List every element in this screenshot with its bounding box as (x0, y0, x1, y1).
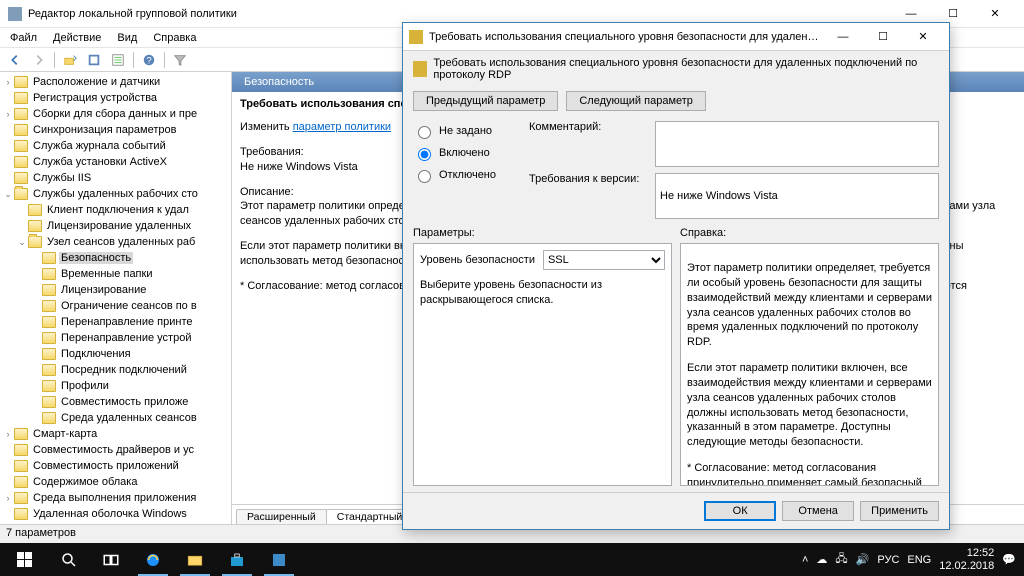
tree-item[interactable]: Удаленная оболочка Windows (2, 506, 231, 522)
tray-onedrive-icon[interactable]: ☁ (816, 553, 827, 566)
menu-help[interactable]: Справка (147, 30, 202, 46)
taskbar-store[interactable] (216, 543, 258, 576)
security-level-select[interactable]: SSL (543, 250, 665, 270)
up-button[interactable] (59, 50, 81, 70)
tree-item[interactable]: Содержимое облака (2, 474, 231, 490)
tree-item[interactable]: ›Среда выполнения приложения (2, 490, 231, 506)
close-button[interactable]: ✕ (974, 0, 1016, 28)
policy-tree[interactable]: ›Расположение и датчикиРегистрация устро… (0, 72, 232, 524)
tree-item[interactable]: Синхронизация параметров (2, 122, 231, 138)
prev-setting-button[interactable]: Предыдущий параметр (413, 91, 558, 111)
menu-file[interactable]: Файл (4, 30, 43, 46)
policy-dialog: Требовать использования специального уро… (402, 22, 950, 530)
params-header: Параметры: (413, 223, 672, 243)
param-name: Уровень безопасности (420, 253, 535, 268)
tree-item[interactable]: Подключения (30, 346, 231, 362)
tree-item[interactable]: ›Смарт-карта (2, 426, 231, 442)
requirements-label: Требования к версии: (529, 173, 649, 219)
tray-language[interactable]: ENG (907, 554, 931, 566)
tree-item[interactable]: ›Сборки для сбора данных и пре (2, 106, 231, 122)
show-hide-button[interactable] (83, 50, 105, 70)
requirements-field (655, 173, 939, 219)
cancel-button[interactable]: Отмена (782, 501, 854, 521)
tree-item[interactable]: Профили (30, 378, 231, 394)
filter-button[interactable] (169, 50, 191, 70)
taskbar-gpedit[interactable] (258, 543, 300, 576)
tree-item[interactable]: ⌄Службы удаленных рабочих сто (2, 186, 231, 202)
detail-heading: Безопасность (244, 76, 314, 88)
policy-icon (413, 61, 427, 77)
param-hint: Выберите уровень безопасности из раскрыв… (420, 278, 665, 308)
tree-item[interactable]: ›Расположение и датчики (2, 74, 231, 90)
taskview-button[interactable] (90, 543, 132, 576)
window-title: Редактор локальной групповой политики (28, 8, 890, 20)
search-button[interactable] (48, 543, 90, 576)
tab-standard[interactable]: Стандартный (326, 509, 414, 524)
tree-item[interactable]: Временные папки (30, 266, 231, 282)
dialog-close-button[interactable]: ✕ (903, 24, 943, 50)
dialog-icon (409, 30, 423, 44)
properties-button[interactable] (107, 50, 129, 70)
tree-item[interactable]: Служба журнала событий (2, 138, 231, 154)
menu-action[interactable]: Действие (47, 30, 107, 46)
tree-item[interactable]: Среда удаленных сеансов (30, 410, 231, 426)
back-button[interactable] (4, 50, 26, 70)
tree-item[interactable]: Посредник подключений (30, 362, 231, 378)
help-button[interactable]: ? (138, 50, 160, 70)
tree-item[interactable]: Совместимость драйверов и ус (2, 442, 231, 458)
dialog-minimize-button[interactable]: — (823, 24, 863, 50)
tree-item[interactable]: Ограничение сеансов по в (30, 298, 231, 314)
tree-item[interactable]: Службы IIS (2, 170, 231, 186)
taskbar: ˄ ☁ 🖧 🔊 РУС ENG 12:52 12.02.2018 💬 (0, 543, 1024, 576)
tree-item[interactable]: Лицензирование (30, 282, 231, 298)
menu-view[interactable]: Вид (111, 30, 143, 46)
tree-item[interactable]: Безопасность (30, 250, 231, 266)
tree-item[interactable]: Лицензирование удаленных (16, 218, 231, 234)
next-setting-button[interactable]: Следующий параметр (566, 91, 706, 111)
tray-network-icon[interactable]: 🖧 (835, 550, 847, 569)
system-tray[interactable]: ˄ ☁ 🖧 🔊 РУС ENG 12:52 12.02.2018 💬 (794, 543, 1024, 576)
tree-item[interactable]: Перенаправление устрой (30, 330, 231, 346)
tab-extended[interactable]: Расширенный (236, 509, 327, 524)
comment-textarea[interactable] (655, 121, 939, 167)
tree-item[interactable]: Совместимость приложений (2, 458, 231, 474)
tree-item[interactable]: ⌄Узел сеансов удаленных раб (16, 234, 231, 250)
help-box[interactable]: Этот параметр политики определяет, требу… (680, 243, 939, 486)
edit-policy-link[interactable]: параметр политики (293, 121, 391, 133)
dialog-maximize-button[interactable]: ☐ (863, 24, 903, 50)
tree-item[interactable]: Перенаправление принте (30, 314, 231, 330)
svg-text:?: ? (146, 55, 151, 66)
tree-item[interactable]: Совместимость приложе (30, 394, 231, 410)
tray-keyboard[interactable]: РУС (877, 554, 899, 566)
radio-disabled[interactable]: Отключено (413, 167, 525, 183)
dialog-subtitle: Требовать использования специального уро… (433, 57, 939, 81)
tray-chevron-up-icon[interactable]: ˄ (802, 554, 808, 566)
params-box: Уровень безопасности SSL Выберите уровен… (413, 243, 672, 486)
taskbar-explorer[interactable] (174, 543, 216, 576)
radio-notconfigured[interactable]: Не задано (413, 123, 525, 139)
app-icon (8, 7, 22, 21)
forward-button[interactable] (28, 50, 50, 70)
tree-item[interactable]: Служба установки ActiveX (2, 154, 231, 170)
start-button[interactable] (0, 543, 48, 576)
tray-clock[interactable]: 12:52 12.02.2018 (939, 547, 994, 571)
tree-item[interactable]: Клиент подключения к удал (16, 202, 231, 218)
tree-item[interactable]: Регистрация устройства (2, 90, 231, 106)
comment-label: Комментарий: (529, 121, 649, 167)
tray-volume-icon[interactable]: 🔊 (856, 553, 870, 566)
taskbar-ie[interactable] (132, 543, 174, 576)
dialog-titlebar[interactable]: Требовать использования специального уро… (403, 23, 949, 51)
help-header: Справка: (680, 223, 939, 243)
dialog-title: Требовать использования специального уро… (429, 31, 823, 43)
tray-notifications-icon[interactable]: 💬 (1002, 553, 1016, 566)
radio-enabled[interactable]: Включено (413, 145, 525, 161)
ok-button[interactable]: ОК (704, 501, 776, 521)
apply-button[interactable]: Применить (860, 501, 939, 521)
